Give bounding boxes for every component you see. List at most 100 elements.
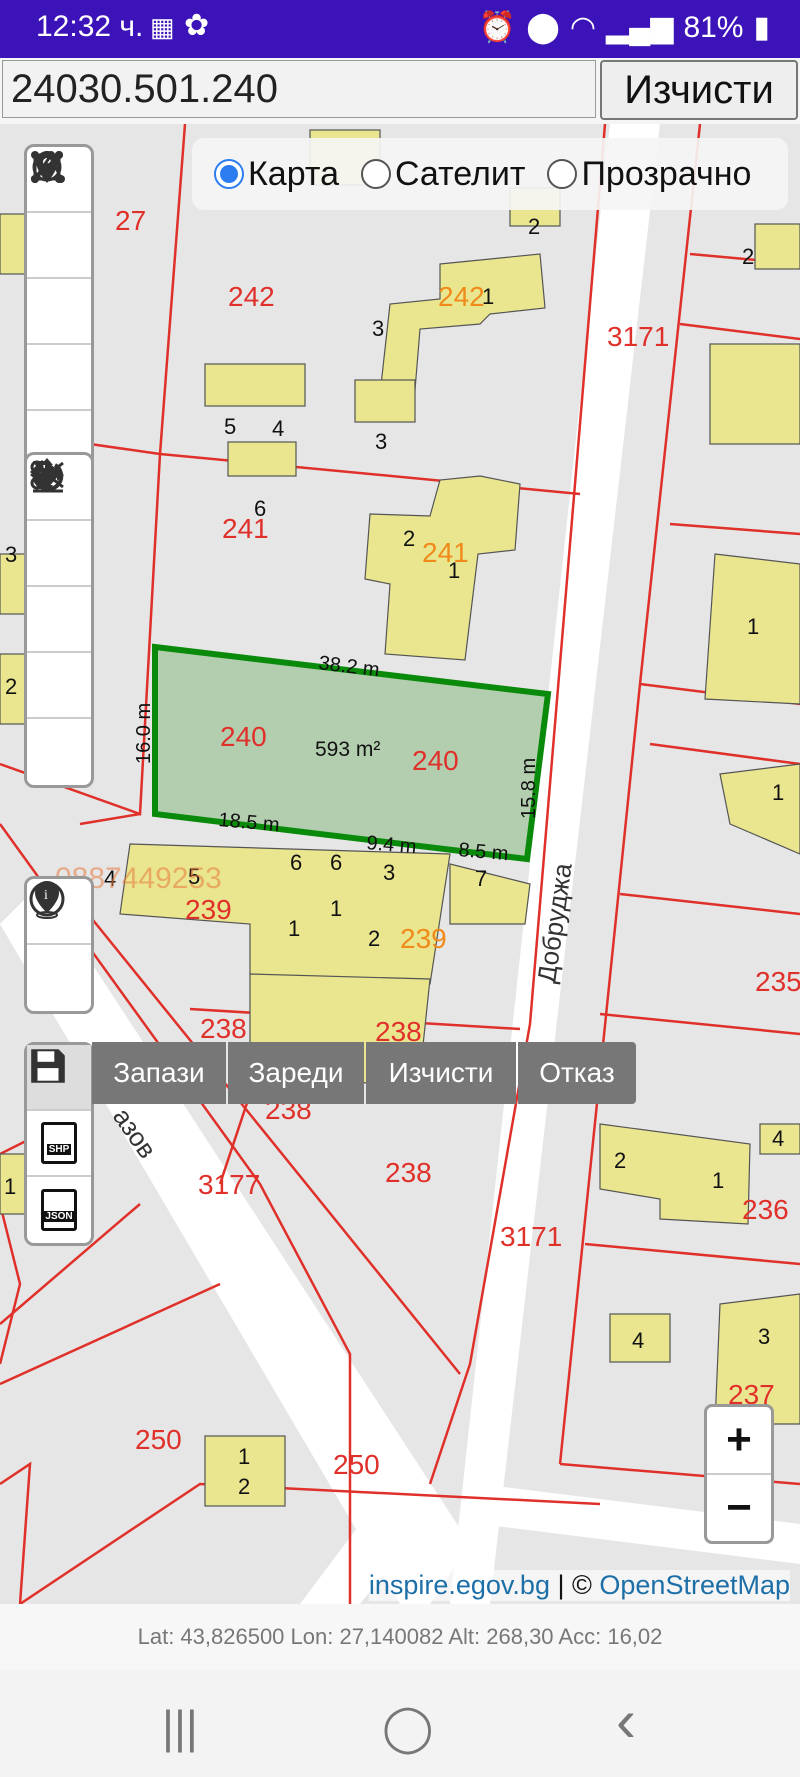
- wifi-icon: ◠: [569, 11, 597, 44]
- file-tools-panel: SHP JSON: [24, 1042, 94, 1246]
- layer-radio-satellite[interactable]: [360, 159, 391, 189]
- zoom-in-button[interactable]: +: [707, 1407, 771, 1475]
- building-label: 3: [372, 316, 384, 341]
- save-menu-cancel-button[interactable]: Отказ: [518, 1042, 636, 1104]
- parcel-label: 240: [412, 745, 459, 776]
- coordinates-readout: Lat: 43,826500 Lon: 27,140082 Alt: 268,3…: [0, 1604, 800, 1670]
- search-input[interactable]: [2, 60, 596, 118]
- building-label: 1: [4, 1174, 16, 1199]
- building-label: 7: [475, 866, 487, 891]
- export-shp-tool[interactable]: SHP: [27, 1111, 91, 1177]
- flower-icon: ✿: [184, 9, 210, 42]
- location-info-icon: i: [35, 881, 59, 919]
- save-tool[interactable]: [27, 1045, 91, 1111]
- zoom-controls: + −: [704, 1404, 774, 1544]
- signal-icon: ▂▄▆: [606, 11, 674, 44]
- edit-tools-panel: [24, 452, 94, 788]
- building-label: 1: [747, 614, 759, 639]
- parcel-label: 238: [385, 1157, 432, 1188]
- save-menu-clear-button[interactable]: Изчисти: [366, 1042, 516, 1104]
- json-file-icon: JSON: [41, 1189, 77, 1231]
- parcel-label: 239: [185, 894, 232, 925]
- save-menu-load-button[interactable]: Зареди: [228, 1042, 364, 1104]
- layer-selector: Карта Сателит Прозрачно: [192, 138, 788, 210]
- shp-file-icon: SHP: [41, 1122, 77, 1164]
- parcel-label: 250: [135, 1424, 182, 1455]
- home-button[interactable]: ◯: [382, 1700, 433, 1754]
- layer-radio-map[interactable]: [214, 159, 244, 189]
- export-json-tool[interactable]: JSON: [27, 1177, 91, 1243]
- line-tool[interactable]: [27, 151, 91, 279]
- building-label: 2: [368, 926, 380, 951]
- building-label: 1: [330, 896, 342, 921]
- building-label: 2: [403, 526, 415, 551]
- parcel-label: 242: [228, 281, 275, 312]
- building-label: 2: [238, 1474, 250, 1499]
- recent-apps-button[interactable]: |||: [162, 1700, 198, 1754]
- parcel-label: 238: [200, 1013, 247, 1044]
- layer-radio-transparent[interactable]: [547, 159, 578, 189]
- battery-icon: ▮: [753, 11, 770, 44]
- status-time: 12:32 ч.: [36, 10, 144, 43]
- cut-tool[interactable]: [27, 460, 91, 653]
- floppy-disk-icon: [31, 1049, 65, 1083]
- move-tool[interactable]: [27, 458, 91, 587]
- parcel-label-orange: 242: [438, 281, 485, 312]
- parcel-label: 27: [115, 205, 146, 236]
- building-label: 2: [5, 674, 17, 699]
- polygon-tool[interactable]: [27, 151, 91, 411]
- layer-label-satellite[interactable]: Сателит: [395, 155, 525, 194]
- layer-label-map[interactable]: Карта: [248, 155, 339, 194]
- building-label: 2: [742, 244, 754, 269]
- building-label: 3: [5, 542, 17, 567]
- draw-tools-panel: [24, 144, 94, 480]
- building-label: 1: [772, 780, 784, 805]
- search-bar: Изчисти: [0, 58, 800, 124]
- building-label: 2: [614, 1148, 626, 1173]
- undo-tool[interactable]: [27, 461, 91, 785]
- parcel-label: 235: [755, 966, 800, 997]
- dim-label: 8.5 m: [458, 839, 510, 865]
- back-button[interactable]: ‹: [616, 1686, 636, 1755]
- dim-label: 9.4 m: [366, 832, 418, 858]
- building-label: 6: [330, 850, 342, 875]
- zoom-out-button[interactable]: −: [707, 1475, 771, 1541]
- locate-tool[interactable]: i: [27, 881, 91, 1011]
- map-view[interactable]: 27 242 3171 241 240 240 239 238 238 238 …: [0, 124, 800, 1604]
- building-label: 3: [758, 1324, 770, 1349]
- location-icon: ⬤: [526, 11, 560, 44]
- battery-level: 81%: [683, 10, 744, 44]
- parcel-label-orange: 239: [400, 923, 447, 954]
- layer-label-transparent[interactable]: Прозрачно: [581, 155, 751, 194]
- building-label: 1: [482, 284, 494, 309]
- map-attribution: inspire.egov.bg | © OpenStreetMap: [368, 1570, 790, 1601]
- info-tools-panel: i i: [24, 876, 94, 1014]
- calendar-icon: ▦: [150, 12, 175, 42]
- attribution-inspire-link[interactable]: inspire.egov.bg: [369, 1570, 550, 1600]
- parcel-label: 240: [220, 721, 267, 752]
- status-bar: 12:32 ч. ▦ ✿ ⏰ ⬤ ◠ ▂▄▆ 81% ▮: [0, 0, 800, 58]
- building-label: 4: [772, 1126, 784, 1151]
- save-menu-save-button[interactable]: Запази: [92, 1042, 226, 1104]
- parcel-label: 3177: [198, 1169, 260, 1200]
- building-label: 1: [288, 916, 300, 941]
- building-label: 4: [632, 1328, 644, 1353]
- building-label: 3: [383, 860, 395, 885]
- building-label: 5: [224, 414, 236, 439]
- map-canvas[interactable]: 27 242 3171 241 240 240 239 238 238 238 …: [0, 124, 800, 1604]
- dim-label: 18.5 m: [218, 809, 281, 836]
- save-menu: Запази Зареди Изчисти Отказ: [92, 1042, 638, 1104]
- rectangle-tool[interactable]: [27, 151, 91, 345]
- svg-text:i: i: [44, 888, 48, 903]
- attribution-osm-link[interactable]: OpenStreetMap: [599, 1570, 790, 1600]
- circle-icon: [32, 152, 62, 182]
- clear-button[interactable]: Изчисти: [600, 60, 798, 120]
- building-label: 1: [238, 1444, 250, 1469]
- building-label: 1: [448, 558, 460, 583]
- parcel-label: 3171: [500, 1221, 562, 1252]
- building-label: 6: [290, 850, 302, 875]
- dim-label: 16.0 m: [133, 703, 155, 764]
- system-nav-bar: ||| ◯ ‹: [0, 1670, 800, 1777]
- parcel-label: 236: [742, 1194, 789, 1225]
- erase-tool[interactable]: [27, 463, 91, 719]
